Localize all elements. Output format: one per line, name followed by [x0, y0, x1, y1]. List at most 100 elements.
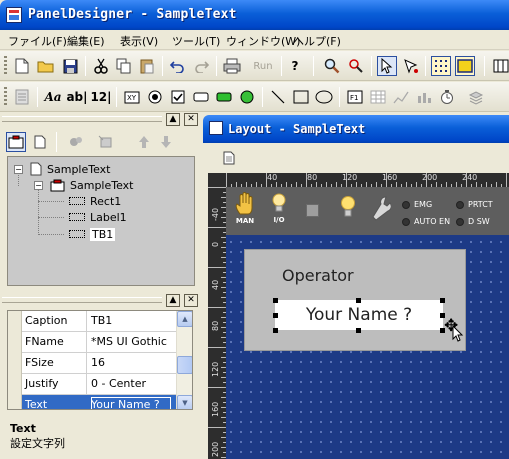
columns-icon[interactable]: [491, 56, 509, 76]
property-row[interactable]: FSize 16: [8, 353, 178, 374]
document-view-icon[interactable]: [30, 132, 50, 152]
tree-item-root[interactable]: SampleText: [30, 161, 111, 177]
scroll-down-icon[interactable]: ▼: [177, 395, 192, 409]
io-button[interactable]: I/O: [271, 193, 287, 224]
save-icon[interactable]: [60, 56, 80, 76]
delete-object-icon[interactable]: [96, 132, 116, 152]
bulb-icon: [272, 193, 286, 212]
design-canvas[interactable]: MAN I/O EMG PRTCT AUTO EN D SW Operator …: [226, 187, 509, 459]
snap-toggle-icon[interactable]: [455, 56, 475, 76]
menu-tools[interactable]: ツール(T): [172, 33, 220, 49]
layout-document-icon[interactable]: [219, 148, 239, 168]
hand-icon: [235, 192, 253, 215]
layers-tool-icon[interactable]: [466, 87, 486, 107]
tree-item-label1[interactable]: Label1: [69, 209, 127, 225]
property-value[interactable]: Your Name ?: [91, 398, 160, 409]
timer-tool-icon[interactable]: [437, 87, 457, 107]
expand-panel-icon[interactable]: −: [34, 181, 43, 190]
add-object-icon[interactable]: [66, 132, 86, 152]
menu-edit[interactable]: 編集(E): [67, 33, 105, 49]
lamp-tool-icon[interactable]: [214, 87, 234, 107]
pane-close-icon[interactable]: ✕: [184, 113, 198, 126]
ellipse-tool-icon[interactable]: [314, 87, 334, 107]
rectangle-tool-icon[interactable]: [291, 87, 311, 107]
xy-tool-icon[interactable]: XY: [122, 87, 142, 107]
resize-handle[interactable]: [356, 298, 361, 303]
led-prtct: [456, 201, 464, 209]
move-up-icon[interactable]: [134, 132, 154, 152]
label1-object[interactable]: Operator: [282, 266, 354, 285]
property-row-selected[interactable]: Text Your Name ?: [8, 395, 178, 409]
resize-handle[interactable]: [356, 328, 361, 333]
stop-square-icon[interactable]: [306, 204, 319, 217]
pane-minimize-icon[interactable]: ▲: [166, 294, 180, 307]
undo-icon[interactable]: [168, 56, 188, 76]
checkbox-tool-icon[interactable]: [168, 87, 188, 107]
print-icon[interactable]: [222, 56, 242, 76]
select-pointer-icon[interactable]: [377, 56, 397, 76]
menu-file[interactable]: ファイル(F): [8, 33, 67, 49]
run-button[interactable]: Run: [250, 56, 276, 76]
pane-grip[interactable]: [2, 297, 162, 303]
properties-icon[interactable]: [12, 87, 32, 107]
tb1-textbox-object[interactable]: Your Name ?: [275, 300, 443, 330]
tree-toolbar: [6, 130, 196, 154]
lamp-icon[interactable]: [340, 195, 356, 224]
toolbar-grip[interactable]: [4, 87, 7, 107]
copy-icon[interactable]: [114, 56, 134, 76]
tree-view-icon[interactable]: [6, 132, 26, 152]
tree-item-label: Rect1: [90, 194, 122, 208]
function-key-icon[interactable]: F1: [345, 87, 365, 107]
radio-tool-icon[interactable]: [145, 87, 165, 107]
wrench-icon[interactable]: [371, 195, 392, 224]
app-icon: [6, 7, 22, 23]
panel-header-bar[interactable]: MAN I/O EMG PRTCT AUTO EN D SW: [226, 187, 509, 235]
zoom-tool-icon[interactable]: [346, 56, 366, 76]
button-tool-icon[interactable]: [191, 87, 211, 107]
mark-tool-icon[interactable]: [401, 56, 421, 76]
grid-toggle-icon[interactable]: [431, 56, 451, 76]
resize-handle[interactable]: [273, 298, 278, 303]
label-tool-button[interactable]: Aa: [42, 87, 64, 107]
move-down-icon[interactable]: [156, 132, 176, 152]
ruler-tick-label: 120: [342, 173, 358, 182]
line-tool-icon[interactable]: [268, 87, 288, 107]
bar-graph-tool-icon[interactable]: [414, 87, 434, 107]
table-tool-icon[interactable]: [368, 87, 388, 107]
rect1-object[interactable]: Operator Your Name ? ✥: [244, 249, 466, 351]
resize-handle[interactable]: [273, 328, 278, 333]
paste-icon[interactable]: [137, 56, 157, 76]
led-tool-icon[interactable]: [237, 87, 257, 107]
open-folder-icon[interactable]: [36, 56, 56, 76]
property-row[interactable]: FName *MS UI Gothic: [8, 332, 178, 353]
property-row[interactable]: Justify 0 - Center: [8, 374, 178, 395]
cut-icon[interactable]: [91, 56, 111, 76]
text-tool-button[interactable]: ab|: [66, 87, 88, 107]
resize-handle[interactable]: [440, 298, 445, 303]
graph-tool-icon[interactable]: [391, 87, 411, 107]
scroll-up-icon[interactable]: ▲: [177, 311, 192, 327]
toolbar-grip[interactable]: [4, 56, 7, 76]
menu-view[interactable]: 表示(V): [120, 33, 158, 49]
help-button[interactable]: ?: [285, 56, 305, 76]
property-scrollbar[interactable]: ▲ ▼: [176, 311, 192, 409]
scroll-thumb[interactable]: [177, 356, 192, 374]
tree-item-tb1[interactable]: TB1: [69, 226, 116, 242]
pane-close-icon[interactable]: ✕: [184, 294, 198, 307]
manual-button[interactable]: MAN: [234, 192, 256, 225]
zoom-icon[interactable]: [322, 56, 342, 76]
menu-help[interactable]: ヘルプ(F): [293, 33, 341, 49]
tree-item-panel[interactable]: SampleText: [50, 177, 134, 193]
resize-handle[interactable]: [273, 313, 278, 318]
property-row[interactable]: Caption TB1: [8, 311, 178, 332]
led-prtct-label: PRTCT: [468, 200, 493, 209]
new-file-icon[interactable]: [12, 56, 32, 76]
toolbar-separator: [37, 87, 38, 107]
number-tool-button[interactable]: 12|: [90, 87, 112, 107]
pane-minimize-icon[interactable]: ▲: [166, 113, 180, 126]
pane-grip[interactable]: [2, 116, 162, 122]
tree-item-rect1[interactable]: Rect1: [69, 193, 121, 209]
expand-root-icon[interactable]: −: [14, 165, 23, 174]
redo-icon[interactable]: [191, 56, 211, 76]
menu-window[interactable]: ウィンドウ(W): [226, 33, 300, 49]
